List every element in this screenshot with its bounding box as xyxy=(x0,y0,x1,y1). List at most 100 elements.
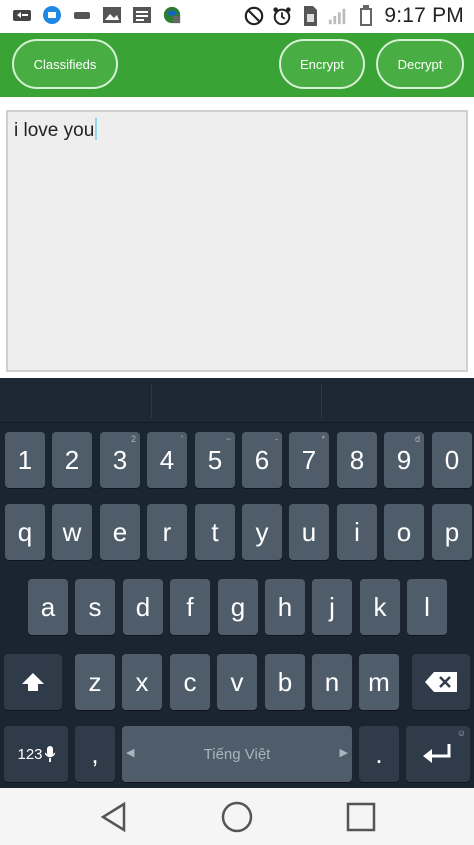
key-5[interactable]: 5 ~ xyxy=(195,432,235,488)
key-6-label: 6 xyxy=(254,444,270,475)
key-u-label: u xyxy=(301,516,317,547)
key-9-label: 9 xyxy=(396,444,412,475)
key-x[interactable]: x xyxy=(122,654,162,710)
key-d[interactable]: d xyxy=(123,579,163,635)
key-g-label: g xyxy=(230,591,246,622)
text-cursor xyxy=(95,118,98,140)
shift-key[interactable] xyxy=(4,654,62,710)
key-v[interactable]: v xyxy=(217,654,257,710)
soft-keyboard: 123 , ◀ Tiếng Việt ▶ . ☺ 1 2 3 2 4 ' 5 ~6-7 * 8 9 d… xyxy=(0,378,474,788)
key-u[interactable]: u xyxy=(289,504,329,560)
key-2[interactable]: 2 xyxy=(52,432,92,488)
key-c-label: c xyxy=(183,666,197,697)
key-6[interactable]: 6- xyxy=(242,432,282,488)
key-j[interactable]: j xyxy=(312,579,352,635)
key-l[interactable]: l xyxy=(407,579,447,635)
back-triangle-icon xyxy=(100,801,126,833)
key-0-label: 0 xyxy=(444,444,460,475)
key-x-label: x xyxy=(135,666,149,697)
key-e[interactable]: e xyxy=(100,504,140,560)
period-key[interactable]: . xyxy=(359,726,399,782)
enter-key[interactable]: ☺ xyxy=(406,726,470,782)
key-1-label: 1 xyxy=(17,444,33,475)
key-2-label: 2 xyxy=(64,444,80,475)
comma-key[interactable]: , xyxy=(75,726,115,782)
emoji-hint-icon: ☺ xyxy=(456,728,466,738)
key-m[interactable]: m xyxy=(359,654,399,710)
key-f[interactable]: f xyxy=(170,579,210,635)
key-5-label: 5 xyxy=(207,444,223,475)
key-7[interactable]: 7 * xyxy=(289,432,329,488)
key-3[interactable]: 32 xyxy=(100,432,140,488)
key-i[interactable]: i xyxy=(337,504,377,560)
key-z-label: z xyxy=(88,666,102,697)
home-button[interactable] xyxy=(220,800,254,834)
key-7-label: 7 xyxy=(301,444,317,475)
key-7-hint: * xyxy=(321,434,325,444)
key-c[interactable]: c xyxy=(170,654,210,710)
key-o[interactable]: o xyxy=(384,504,424,560)
message-text-area[interactable]: i love you xyxy=(6,110,468,372)
key-p[interactable]: p xyxy=(432,504,472,560)
space-right-arrow-icon: ▶ xyxy=(339,747,348,759)
key-y-label: y xyxy=(255,516,269,547)
key-k-label: k xyxy=(373,591,387,622)
key-0[interactable]: 0 xyxy=(432,432,472,488)
key-t[interactable]: t xyxy=(195,504,235,560)
symbols-key[interactable]: 123 xyxy=(4,726,68,782)
clock: 9:17 PM xyxy=(384,4,464,27)
messenger-icon xyxy=(42,5,62,25)
key-3-hint: 2 xyxy=(130,434,136,444)
document-icon xyxy=(132,5,152,25)
key-b[interactable]: b xyxy=(265,654,305,710)
key-g[interactable]: g xyxy=(218,579,258,635)
period-key-label: . xyxy=(375,738,383,769)
key-5-hint: ~ xyxy=(225,434,231,444)
key-e-label: e xyxy=(112,516,128,547)
shift-arrow-icon xyxy=(22,673,44,691)
microphone-icon xyxy=(44,746,55,762)
comma-key-label: , xyxy=(91,738,99,769)
space-key[interactable]: ◀ Tiếng Việt ▶ xyxy=(122,726,352,782)
battery-icon xyxy=(356,5,376,26)
key-m-label: m xyxy=(368,666,390,697)
signal-shape-icon xyxy=(72,5,92,25)
backspace-key[interactable] xyxy=(412,654,470,710)
key-k[interactable]: k xyxy=(360,579,400,635)
key-w-label: w xyxy=(62,516,82,547)
key-b-label: b xyxy=(277,666,293,697)
recents-button[interactable] xyxy=(344,800,378,834)
alarm-icon xyxy=(272,6,292,26)
enter-arrow-icon xyxy=(423,744,451,763)
key-r[interactable]: r xyxy=(147,504,187,560)
key-h[interactable]: h xyxy=(265,579,305,635)
key-w[interactable]: w xyxy=(52,504,92,560)
key-q-label: q xyxy=(17,516,33,547)
key-q[interactable]: q xyxy=(5,504,45,560)
sim-icon xyxy=(300,6,320,26)
key-1[interactable]: 1 xyxy=(5,432,45,488)
key-a[interactable]: a xyxy=(28,579,68,635)
image-icon xyxy=(102,5,122,25)
key-n[interactable]: n xyxy=(312,654,352,710)
key-n-label: n xyxy=(324,666,340,697)
key-4[interactable]: 4 ' xyxy=(147,432,187,488)
key-d-label: d xyxy=(135,591,151,622)
backspace-icon xyxy=(425,672,457,692)
back-button[interactable] xyxy=(96,800,130,834)
key-z[interactable]: z xyxy=(75,654,115,710)
status-bar: 9:17 PM xyxy=(0,0,474,33)
key-l-label: l xyxy=(424,591,430,622)
classifieds-button[interactable]: Classifieds xyxy=(12,39,118,89)
symbols-key-label: 123 xyxy=(17,745,43,763)
encrypt-button[interactable]: Encrypt xyxy=(279,39,365,89)
app-toolbar: Classifieds Encrypt Decrypt xyxy=(0,33,474,97)
cell-signal-icon xyxy=(328,6,348,26)
decrypt-button[interactable]: Decrypt xyxy=(376,39,464,89)
key-9[interactable]: 9d xyxy=(384,432,424,488)
key-y[interactable]: y xyxy=(242,504,282,560)
globe-app-icon xyxy=(162,5,182,25)
key-8[interactable]: 8 xyxy=(337,432,377,488)
key-s-label: s xyxy=(88,591,102,622)
key-s[interactable]: s xyxy=(75,579,115,635)
